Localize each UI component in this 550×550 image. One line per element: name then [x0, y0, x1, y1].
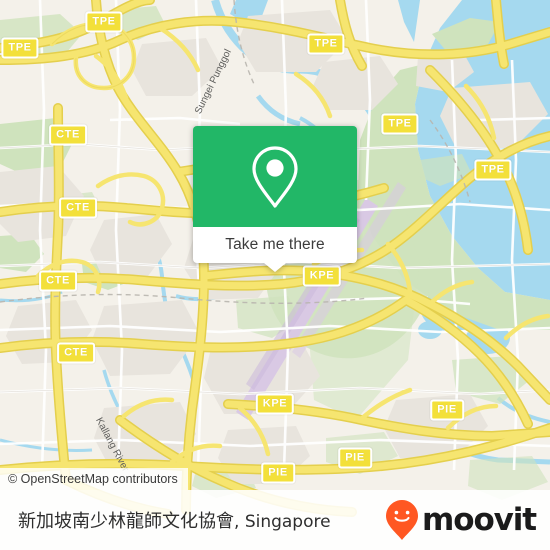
place-name-cn: 新加坡南少林龍師文化協會	[18, 511, 234, 532]
map-screen: Sungei Punggol Kallang River TPE TPE TPE TP…	[0, 0, 550, 550]
callout-pointer	[264, 263, 286, 272]
highway-shield-pie: PIE	[338, 447, 372, 469]
map-pin-icon	[252, 145, 298, 208]
highway-shield-cte: CTE	[59, 197, 97, 219]
highway-shield-cte: CTE	[49, 124, 87, 146]
place-region: Singapore	[244, 512, 331, 532]
highway-shield-tpe: TPE	[1, 37, 39, 59]
highway-shield-kpe: KPE	[255, 393, 295, 415]
take-me-there-label: Take me there	[225, 236, 325, 253]
moovit-brand[interactable]: moovit	[384, 499, 537, 541]
highway-shield-tpe: TPE	[85, 11, 123, 33]
highway-shield-cte: CTE	[39, 270, 77, 292]
map-attribution[interactable]: © OpenStreetMap contributors	[0, 468, 188, 490]
callout-action-panel[interactable]: Take me there	[193, 227, 357, 263]
highway-shield-tpe: TPE	[381, 113, 419, 135]
moovit-pin-smiley-icon	[386, 500, 419, 540]
highway-shield-kpe: KPE	[302, 265, 342, 287]
callout-icon-panel	[193, 126, 357, 227]
take-me-there-callout[interactable]: Take me there	[193, 126, 357, 272]
place-separator: ,	[234, 512, 240, 532]
highway-shield-cte: CTE	[57, 342, 95, 364]
highway-shield-pie: PIE	[261, 462, 295, 484]
highway-shield-tpe: TPE	[307, 33, 345, 55]
moovit-wordmark: moovit	[422, 501, 537, 538]
highway-shield-tpe: TPE	[474, 159, 512, 181]
footer-bar: 新加坡南少林龍師文化協會, Singapore moovit	[0, 490, 550, 550]
place-title: 新加坡南少林龍師文化協會, Singapore	[18, 507, 331, 533]
highway-shield-pie: PIE	[430, 399, 464, 421]
